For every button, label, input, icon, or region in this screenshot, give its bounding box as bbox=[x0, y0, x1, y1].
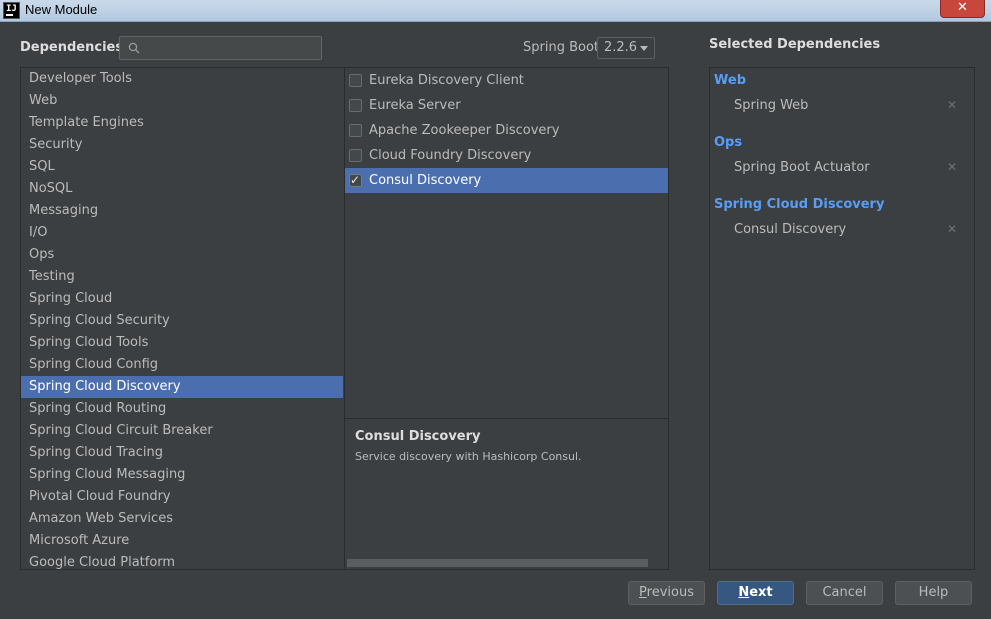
description-title: Consul Discovery bbox=[355, 429, 481, 444]
category-item[interactable]: Spring Cloud Config bbox=[21, 354, 344, 376]
spring-boot-version-select[interactable]: 2.2.6 bbox=[597, 37, 655, 59]
selected-item-spring-boot-actuator: Spring Boot Actuator bbox=[734, 160, 870, 175]
remove-consul-discovery-icon[interactable]: ✕ bbox=[947, 222, 957, 236]
category-item[interactable]: Pivotal Cloud Foundry bbox=[21, 486, 344, 508]
close-icon: ✕ bbox=[957, 0, 968, 15]
search-input[interactable] bbox=[146, 39, 316, 57]
close-window-button[interactable]: ✕ bbox=[940, 0, 985, 18]
next-button-mnemonic: N bbox=[738, 585, 750, 600]
dependency-panel: Eureka Discovery Client Eureka Server Apac… bbox=[344, 67, 669, 570]
category-item[interactable]: Ops bbox=[21, 244, 344, 266]
dependencies-label: Dependencies bbox=[20, 40, 124, 55]
selected-group-ops: Ops bbox=[714, 135, 743, 150]
dependency-horizontal-scrollbar[interactable] bbox=[347, 559, 648, 567]
search-icon bbox=[128, 42, 140, 54]
dependency-item[interactable]: Cloud Foundry Discovery bbox=[345, 143, 668, 168]
category-items: Developer Tools Web Template Engines Securi… bbox=[21, 68, 344, 569]
dependency-item[interactable]: Consul Discovery bbox=[345, 168, 668, 193]
category-item[interactable]: Template Engines bbox=[21, 112, 344, 134]
intellij-icon: IJ bbox=[3, 2, 20, 19]
dependency-search-box[interactable] bbox=[119, 36, 322, 60]
description-divider bbox=[345, 418, 668, 419]
dependency-label: Apache Zookeeper Discovery bbox=[369, 123, 560, 138]
category-item[interactable]: I/O bbox=[21, 222, 344, 244]
dependency-label: Eureka Server bbox=[369, 98, 461, 113]
category-item[interactable]: Spring Cloud Routing bbox=[21, 398, 344, 420]
previous-button-label: revious bbox=[646, 585, 694, 600]
description-text: Service discovery with Hashicorp Consul. bbox=[355, 450, 582, 463]
dependency-checkbox[interactable] bbox=[349, 149, 362, 162]
category-item[interactable]: Web bbox=[21, 90, 344, 112]
category-item[interactable]: Amazon Web Services bbox=[21, 508, 344, 530]
category-item[interactable]: Google Cloud Platform bbox=[21, 552, 344, 569]
category-item[interactable]: Spring Cloud Tools bbox=[21, 332, 344, 354]
window-title: New Module bbox=[25, 2, 98, 17]
dependency-item[interactable]: Apache Zookeeper Discovery bbox=[345, 118, 668, 143]
dependency-checkbox[interactable] bbox=[349, 168, 362, 193]
next-button[interactable]: Next bbox=[717, 581, 794, 605]
dependency-label: Cloud Foundry Discovery bbox=[369, 148, 532, 163]
category-item[interactable]: Spring Cloud Tracing bbox=[21, 442, 344, 464]
category-item[interactable]: NoSQL bbox=[21, 178, 344, 200]
dependency-list: Eureka Discovery Client Eureka Server Apac… bbox=[345, 68, 668, 193]
selected-item-consul-discovery: Consul Discovery bbox=[734, 222, 847, 237]
selected-dependencies-panel: Web Spring Web ✕ Ops Spring Boot Actuato… bbox=[709, 67, 975, 570]
dependency-item[interactable]: Eureka Discovery Client bbox=[345, 68, 668, 93]
category-item[interactable]: Testing bbox=[21, 266, 344, 288]
category-item[interactable]: Spring Cloud Circuit Breaker bbox=[21, 420, 344, 442]
dependency-item[interactable]: Eureka Server bbox=[345, 93, 668, 118]
window-titlebar: IJ New Module ✕ bbox=[0, 0, 991, 22]
dependency-checkbox[interactable] bbox=[349, 99, 362, 112]
category-item[interactable]: Spring Cloud bbox=[21, 288, 344, 310]
dependency-checkbox[interactable] bbox=[349, 74, 362, 87]
spring-boot-version-value: 2.2.6 bbox=[604, 40, 638, 55]
previous-button[interactable]: Previous bbox=[628, 581, 705, 605]
previous-button-mnemonic: P bbox=[639, 585, 647, 600]
selected-dependencies-label: Selected Dependencies bbox=[709, 37, 881, 52]
selected-group-web: Web bbox=[714, 73, 746, 88]
dependency-label: Eureka Discovery Client bbox=[369, 73, 524, 88]
category-list: Developer Tools Web Template Engines Securi… bbox=[20, 67, 345, 570]
category-item[interactable]: Developer Tools bbox=[21, 68, 344, 90]
category-item[interactable]: Microsoft Azure bbox=[21, 530, 344, 552]
selected-group-spring-cloud-discovery: Spring Cloud Discovery bbox=[714, 197, 885, 212]
category-item[interactable]: Spring Cloud Messaging bbox=[21, 464, 344, 486]
remove-spring-web-icon[interactable]: ✕ bbox=[947, 98, 957, 112]
dependency-checkbox[interactable] bbox=[349, 124, 362, 137]
category-item[interactable]: Security bbox=[21, 134, 344, 156]
remove-spring-boot-actuator-icon[interactable]: ✕ bbox=[947, 160, 957, 174]
selected-item-spring-web: Spring Web bbox=[734, 98, 809, 113]
spring-boot-label: Spring Boot bbox=[523, 40, 600, 55]
category-item[interactable]: Spring Cloud Security bbox=[21, 310, 344, 332]
category-item[interactable]: Messaging bbox=[21, 200, 344, 222]
next-button-label: ext bbox=[749, 585, 773, 600]
cancel-button[interactable]: Cancel bbox=[806, 581, 883, 605]
dependency-label: Consul Discovery bbox=[369, 173, 482, 188]
category-item[interactable]: Spring Cloud Discovery bbox=[21, 376, 343, 398]
help-button[interactable]: Help bbox=[895, 581, 972, 605]
category-item[interactable]: SQL bbox=[21, 156, 344, 178]
chevron-down-icon bbox=[640, 46, 648, 51]
